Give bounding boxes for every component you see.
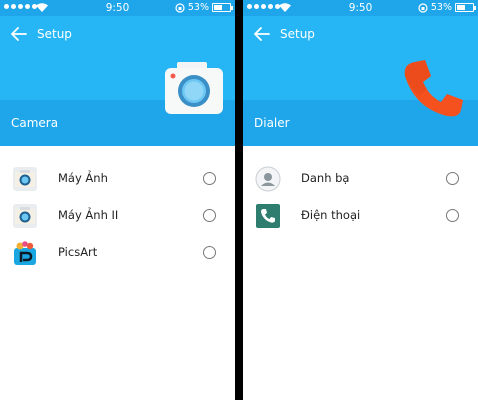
contacts-icon: [255, 166, 281, 192]
status-bar: 9:50 53%: [243, 0, 478, 16]
battery-icon: [212, 3, 233, 12]
camera-setup-screen: 9:50 53% Setup Camera Máy Ảnh Máy Ảnh II…: [0, 0, 235, 400]
phone-handset-icon: [404, 60, 463, 117]
radio-button[interactable]: [203, 172, 216, 185]
app-list: Danh bạ Điện thoại: [243, 160, 478, 234]
page-title: Setup: [37, 27, 72, 41]
picsart-icon: [14, 241, 36, 265]
app-list: Máy Ảnh Máy Ảnh II PicsArt: [0, 160, 235, 271]
camera-icon: [165, 62, 223, 114]
rotation-lock-icon: [175, 2, 185, 13]
battery-fill: [457, 5, 465, 10]
app-label: Điện thoại: [301, 208, 361, 222]
list-item[interactable]: Điện thoại: [243, 197, 478, 234]
radio-button[interactable]: [203, 246, 216, 259]
screenshot-root: 9:50 53% Setup Camera Máy Ảnh Máy Ảnh II…: [0, 0, 478, 400]
header: Setup Dialer: [243, 16, 478, 146]
app-label: Máy Ảnh II: [58, 208, 119, 222]
battery-fill: [214, 5, 222, 10]
list-item[interactable]: Máy Ảnh: [0, 160, 235, 197]
radio-button[interactable]: [446, 209, 459, 222]
battery-percent: 53%: [187, 2, 209, 13]
rotation-lock-icon: [418, 2, 428, 13]
phone-app-icon: [256, 204, 280, 228]
header: Setup Camera: [0, 16, 235, 146]
camera-app-icon: [13, 204, 37, 228]
app-label: PicsArt: [58, 245, 98, 259]
app-label: Máy Ảnh: [58, 171, 108, 185]
section-label-dialer: Dialer: [254, 116, 290, 130]
back-arrow-icon[interactable]: [10, 27, 28, 41]
battery-percent: 53%: [430, 2, 452, 13]
back-arrow-icon[interactable]: [253, 27, 271, 41]
battery-icon: [455, 3, 476, 12]
radio-button[interactable]: [203, 209, 216, 222]
section-label-camera: Camera: [11, 116, 59, 130]
app-label: Danh bạ: [301, 171, 350, 185]
list-item[interactable]: PicsArt: [0, 234, 235, 271]
status-bar: 9:50 53%: [0, 0, 235, 16]
list-item[interactable]: Danh bạ: [243, 160, 478, 197]
radio-button[interactable]: [446, 172, 459, 185]
dialer-setup-screen: 9:50 53% Setup Dialer Danh bạ Điện thoại: [243, 0, 478, 400]
list-item[interactable]: Máy Ảnh II: [0, 197, 235, 234]
camera-app-icon: [13, 167, 37, 191]
page-title: Setup: [280, 27, 315, 41]
